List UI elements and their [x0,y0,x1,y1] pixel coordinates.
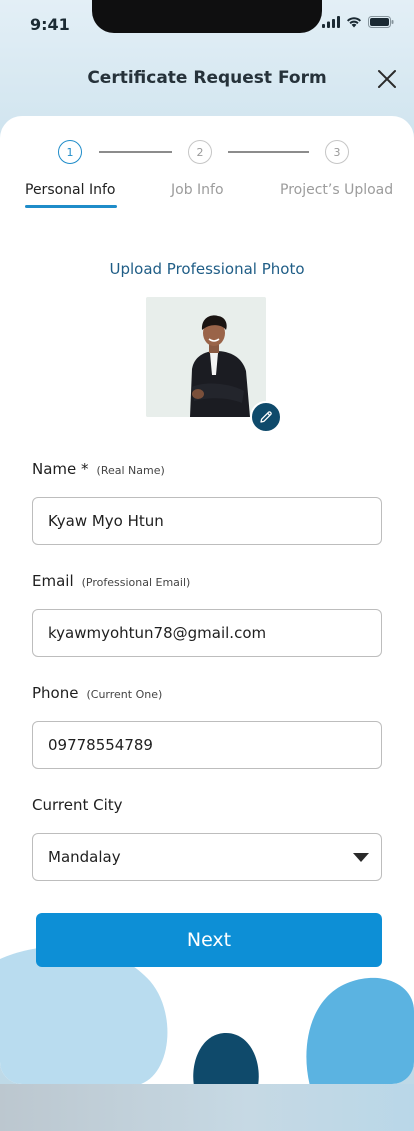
pencil-icon [260,411,272,423]
active-tab-indicator [25,205,117,208]
close-icon [378,70,396,88]
name-hint: (Real Name) [96,464,165,477]
email-hint: (Professional Email) [81,576,191,589]
signal-icon [322,16,340,28]
status-time: 9:41 [30,15,70,34]
step-3-indicator[interactable]: 3 [325,140,349,164]
phone-label: Phone (Current One) [32,684,162,702]
decor-blob-right [306,978,414,1084]
next-button[interactable]: Next [36,913,382,967]
edit-photo-button[interactable] [250,401,282,433]
email-field[interactable] [32,609,382,657]
step-1-number: 1 [66,145,74,159]
step-1-indicator[interactable]: 1 [58,140,82,164]
battery-icon [368,16,394,28]
phone-hint: (Current One) [86,688,163,701]
city-select[interactable]: Mandalay [32,833,382,881]
city-selected-value: Mandalay [48,848,121,866]
upload-photo-title: Upload Professional Photo [109,260,305,278]
wifi-icon [347,17,361,28]
step-connector-2 [228,151,309,153]
person-photo-illustration [146,297,266,417]
device-notch [92,0,322,33]
bottom-area [0,1084,414,1131]
email-label-text: Email [32,572,74,590]
caret-down-icon [353,853,369,862]
phone-field[interactable] [32,721,382,769]
decor-blob-center [193,1033,259,1084]
email-label: Email (Professional Email) [32,572,190,590]
name-label: Name * (Real Name) [32,460,165,478]
profile-photo[interactable] [146,297,266,417]
city-label-text: Current City [32,796,123,814]
phone-label-text: Phone [32,684,79,702]
name-field[interactable] [32,497,382,545]
close-button[interactable] [376,68,398,90]
name-label-text: Name * [32,460,89,478]
tab-personal-info[interactable]: Personal Info [25,182,115,198]
step-2-number: 2 [196,145,204,159]
step-connector-1 [99,151,172,153]
tab-projects-upload[interactable]: Project’s Upload [280,182,393,198]
page-title: Certificate Request Form [87,68,327,88]
tab-job-info[interactable]: Job Info [171,182,224,198]
status-icons [322,16,394,28]
step-2-indicator[interactable]: 2 [188,140,212,164]
city-label: Current City [32,796,123,814]
step-3-number: 3 [333,145,341,159]
